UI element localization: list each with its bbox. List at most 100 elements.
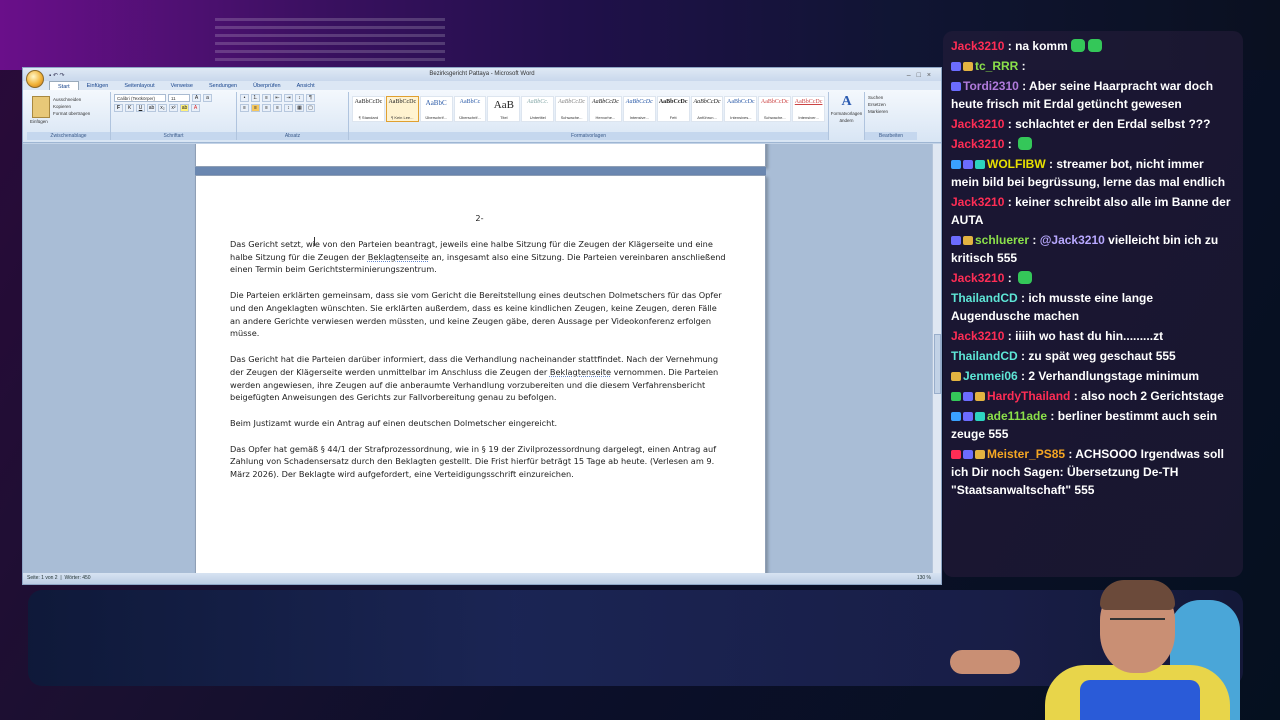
document-area[interactable]: 2- Das Gericht setzt, wie von den Partei… <box>23 144 941 574</box>
save-icon[interactable]: ▪ <box>49 73 51 79</box>
chat-username[interactable]: Jack3210 <box>951 39 1004 53</box>
border-icon[interactable]: ▢ <box>306 104 315 112</box>
redo-icon[interactable]: ↷ <box>60 73 65 79</box>
tab-ansicht[interactable]: Ansicht <box>289 81 323 90</box>
font-size-select[interactable]: 11 <box>168 94 190 102</box>
find-button[interactable]: Suchen <box>868 94 914 101</box>
chat-message: Meister_PS85 : ACHSOOO Irgendwas soll ic… <box>951 447 1224 497</box>
subscript-icon[interactable]: x₂ <box>158 104 167 112</box>
strikethrough-icon[interactable]: ab <box>147 104 156 112</box>
office-button[interactable] <box>26 70 44 88</box>
chat-username[interactable]: ade111ade <box>987 409 1047 423</box>
quick-access-toolbar[interactable]: ▪ ↶ ↷ <box>49 70 65 83</box>
style-strong[interactable]: AaBbCcDc Fett <box>656 96 690 122</box>
style-emphasis[interactable]: AaBbCcDc Hervorhe... <box>589 96 622 122</box>
style-subtle-emphasis[interactable]: AaBbCcDc Schwache... <box>555 96 589 122</box>
chat-emote-icon <box>1018 271 1033 284</box>
superscript-icon[interactable]: x² <box>169 104 178 112</box>
chat-username[interactable]: Jack3210 <box>951 195 1004 209</box>
change-styles-button[interactable]: A Formatvorlagen ändern <box>829 92 865 140</box>
numbering-icon[interactable]: 1. <box>251 94 260 102</box>
style-title[interactable]: AaB Titel <box>487 96 521 122</box>
grow-font-icon[interactable]: A <box>192 94 201 102</box>
style-subtle-reference[interactable]: AaBbCcDc Schwache... <box>758 96 792 122</box>
highlight-icon[interactable]: ab <box>180 104 189 112</box>
align-left-icon[interactable]: ≡ <box>240 104 249 112</box>
cut-button[interactable]: Ausschneiden <box>53 96 90 103</box>
chat-username[interactable]: Tordi2310 <box>963 79 1019 93</box>
bold-icon[interactable]: F <box>114 104 123 112</box>
copy-button[interactable]: Kopieren <box>53 103 90 110</box>
style-heading-1[interactable]: AaBbC Überschrif... <box>419 96 453 122</box>
chat-badge-icon <box>951 62 961 71</box>
chat-username[interactable]: Jack3210 <box>951 137 1004 151</box>
style-quote[interactable]: AaBbCcDc Anführun... <box>690 96 724 122</box>
style-preview: AaBbCcDc <box>558 99 586 105</box>
style-intense-emphasis[interactable]: AaBbCcDc Intensive... <box>622 96 656 122</box>
style-intense-reference[interactable]: AaBbCcDc Intensiver... <box>792 96 826 122</box>
style-heading-2[interactable]: AaBbCc Überschrif... <box>453 96 487 122</box>
chat-username[interactable]: ThailandCD <box>951 349 1018 363</box>
increase-indent-icon[interactable]: ⇥ <box>284 94 293 102</box>
format-painter-button[interactable]: Format übertragen <box>53 110 90 117</box>
justify-icon[interactable]: ≡ <box>273 104 282 112</box>
line-spacing-icon[interactable]: ↕ <box>284 104 293 112</box>
chat-emote-icon <box>1018 137 1033 150</box>
close-icon[interactable]: × <box>927 72 937 79</box>
scrollbar-thumb[interactable] <box>934 334 941 394</box>
chat-username[interactable]: Jack3210 <box>951 117 1004 131</box>
zoom-level[interactable]: 130 % <box>917 573 931 584</box>
tab-sendungen[interactable]: Sendungen <box>201 81 245 90</box>
tab-verweise[interactable]: Verweise <box>163 81 201 90</box>
style-preview: AaBbC <box>425 99 447 107</box>
document-page[interactable]: 2- Das Gericht setzt, wie von den Partei… <box>195 175 766 574</box>
paragraph-5: Das Opfer hat gemäß § 44/1 der Strafproz… <box>230 443 717 480</box>
replace-button[interactable]: Ersetzen <box>868 101 914 108</box>
minimize-icon[interactable]: – <box>907 72 917 79</box>
style-intense-quote[interactable]: AaBbCcDc Intensives... <box>724 96 758 122</box>
vertical-scrollbar[interactable] <box>932 144 941 574</box>
tab-einfuegen[interactable]: Einfügen <box>79 81 117 90</box>
style-preview: AaBbCcDc <box>727 99 755 105</box>
maximize-icon[interactable]: □ <box>917 72 927 79</box>
chat-username[interactable]: schluerer <box>975 233 1029 247</box>
window-controls[interactable]: –□× <box>907 69 937 82</box>
bullets-icon[interactable]: • <box>240 94 249 102</box>
chat-message: HardyThailand : also noch 2 Gerichtstage <box>951 387 1235 405</box>
chat-username[interactable]: Jack3210 <box>951 271 1004 285</box>
tab-ueberpruefen[interactable]: Überprüfen <box>245 81 289 90</box>
shrink-font-icon[interactable]: a <box>203 94 212 102</box>
style-name: Intensive... <box>629 115 649 120</box>
style-kein-leerraum[interactable]: AaBbCcDc ¶ Kein Lee... <box>385 96 419 122</box>
underline-icon[interactable]: U <box>136 104 145 112</box>
undo-icon[interactable]: ↶ <box>53 73 58 79</box>
font-color-icon[interactable]: A <box>191 104 200 112</box>
align-right-icon[interactable]: ≡ <box>262 104 271 112</box>
chat-username[interactable]: HardyThailand <box>987 389 1070 403</box>
style-standard[interactable]: AaBbCcDc ¶ Standard <box>352 96 385 122</box>
chat-badge-icon <box>963 160 973 169</box>
chat-username[interactable]: tc_RRR <box>975 59 1018 73</box>
chat-username[interactable]: WOLFIBW <box>987 157 1046 171</box>
tab-seitenlayout[interactable]: Seitenlayout <box>116 81 162 90</box>
shading-icon[interactable]: ▦ <box>295 104 304 112</box>
status-page[interactable]: Seite: 1 von 2 <box>27 575 58 581</box>
status-words[interactable]: Wörter: 450 <box>64 575 90 581</box>
pilcrow-icon[interactable]: ¶ <box>306 94 315 102</box>
sort-icon[interactable]: ↕ <box>295 94 304 102</box>
chat-username[interactable]: Meister_PS85 <box>987 447 1065 461</box>
decrease-indent-icon[interactable]: ⇤ <box>273 94 282 102</box>
chat-username[interactable]: ThailandCD <box>951 291 1018 305</box>
change-styles-label: Formatvorlagen ändern <box>830 111 863 123</box>
select-button[interactable]: Markieren <box>868 108 914 115</box>
italic-icon[interactable]: K <box>125 104 134 112</box>
style-subtitle[interactable]: AaBbCc. Untertitel <box>521 96 555 122</box>
multilevel-list-icon[interactable]: ≡ <box>262 94 271 102</box>
chat-badge-icon <box>951 372 961 381</box>
paragraph-group-label: Absatz <box>237 132 348 140</box>
font-family-select[interactable]: Calibri (Textkörper) <box>114 94 166 102</box>
chat-username[interactable]: Jack3210 <box>951 329 1004 343</box>
align-center-icon[interactable]: ≡ <box>251 104 260 112</box>
chat-username[interactable]: Jenmei06 <box>963 369 1018 383</box>
editing-group: Suchen Ersetzen Markieren Bearbeiten <box>865 92 917 140</box>
